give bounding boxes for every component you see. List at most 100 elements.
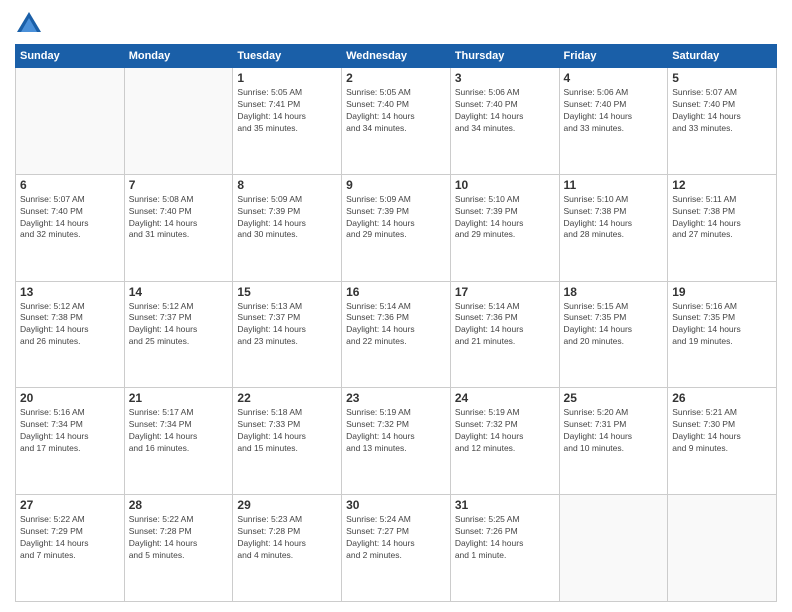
day-number: 1: [237, 71, 337, 85]
day-info: Sunrise: 5:17 AM Sunset: 7:34 PM Dayligh…: [129, 407, 229, 455]
calendar-cell: 5 Sunrise: 5:07 AM Sunset: 7:40 PM Daylig…: [668, 68, 777, 175]
day-number: 13: [20, 285, 120, 299]
day-number: 6: [20, 178, 120, 192]
calendar-cell: 18 Sunrise: 5:15 AM Sunset: 7:35 PM Dayli…: [559, 281, 668, 388]
day-info: Sunrise: 5:12 AM Sunset: 7:37 PM Dayligh…: [129, 301, 229, 349]
day-number: 23: [346, 391, 446, 405]
calendar-week-4: 27 Sunrise: 5:22 AM Sunset: 7:29 PM Dayli…: [16, 495, 777, 602]
day-info: Sunrise: 5:13 AM Sunset: 7:37 PM Dayligh…: [237, 301, 337, 349]
day-info: Sunrise: 5:07 AM Sunset: 7:40 PM Dayligh…: [20, 194, 120, 242]
calendar-cell: 2Sunrise: 5:05 AM Sunset: 7:40 PM Daylig…: [342, 68, 451, 175]
calendar-cell: 13 Sunrise: 5:12 AM Sunset: 7:38 PM Dayli…: [16, 281, 125, 388]
day-number: 19: [672, 285, 772, 299]
calendar-cell: 3 Sunrise: 5:06 AM Sunset: 7:40 PM Daylig…: [450, 68, 559, 175]
day-number: 27: [20, 498, 120, 512]
calendar-cell: 24Sunrise: 5:19 AM Sunset: 7:32 PM Dayli…: [450, 388, 559, 495]
day-number: 21: [129, 391, 229, 405]
day-info: Sunrise: 5:21 AM Sunset: 7:30 PM Dayligh…: [672, 407, 772, 455]
calendar-header-saturday: Saturday: [668, 45, 777, 68]
day-info: Sunrise: 5:22 AM Sunset: 7:29 PM Dayligh…: [20, 514, 120, 562]
day-number: 20: [20, 391, 120, 405]
day-info: Sunrise: 5:08 AM Sunset: 7:40 PM Dayligh…: [129, 194, 229, 242]
calendar-cell: 16Sunrise: 5:14 AM Sunset: 7:36 PM Dayli…: [342, 281, 451, 388]
day-info: Sunrise: 5:16 AM Sunset: 7:35 PM Dayligh…: [672, 301, 772, 349]
day-info: Sunrise: 5:10 AM Sunset: 7:38 PM Dayligh…: [564, 194, 664, 242]
calendar-cell: 8 Sunrise: 5:09 AM Sunset: 7:39 PM Daylig…: [233, 174, 342, 281]
calendar-cell: 17Sunrise: 5:14 AM Sunset: 7:36 PM Dayli…: [450, 281, 559, 388]
page: SundayMondayTuesdayWednesdayThursdayFrid…: [0, 0, 792, 612]
calendar-cell: 10Sunrise: 5:10 AM Sunset: 7:39 PM Dayli…: [450, 174, 559, 281]
day-info: Sunrise: 5:15 AM Sunset: 7:35 PM Dayligh…: [564, 301, 664, 349]
day-info: Sunrise: 5:14 AM Sunset: 7:36 PM Dayligh…: [346, 301, 446, 349]
day-number: 17: [455, 285, 555, 299]
calendar-cell: 7 Sunrise: 5:08 AM Sunset: 7:40 PM Daylig…: [124, 174, 233, 281]
calendar-cell: [668, 495, 777, 602]
calendar-cell: 26 Sunrise: 5:21 AM Sunset: 7:30 PM Dayli…: [668, 388, 777, 495]
header: [15, 10, 777, 38]
day-info: Sunrise: 5:05 AM Sunset: 7:41 PM Dayligh…: [237, 87, 337, 135]
day-number: 4: [564, 71, 664, 85]
day-info: Sunrise: 5:22 AM Sunset: 7:28 PM Dayligh…: [129, 514, 229, 562]
calendar-cell: 14 Sunrise: 5:12 AM Sunset: 7:37 PM Dayli…: [124, 281, 233, 388]
day-number: 7: [129, 178, 229, 192]
day-number: 11: [564, 178, 664, 192]
calendar-cell: 1 Sunrise: 5:05 AM Sunset: 7:41 PM Daylig…: [233, 68, 342, 175]
day-info: Sunrise: 5:09 AM Sunset: 7:39 PM Dayligh…: [237, 194, 337, 242]
calendar-cell: 9 Sunrise: 5:09 AM Sunset: 7:39 PM Daylig…: [342, 174, 451, 281]
calendar-cell: [124, 68, 233, 175]
calendar-week-1: 6 Sunrise: 5:07 AM Sunset: 7:40 PM Daylig…: [16, 174, 777, 281]
calendar-week-0: 1 Sunrise: 5:05 AM Sunset: 7:41 PM Daylig…: [16, 68, 777, 175]
day-number: 29: [237, 498, 337, 512]
day-number: 5: [672, 71, 772, 85]
calendar-header-friday: Friday: [559, 45, 668, 68]
calendar-cell: 12 Sunrise: 5:11 AM Sunset: 7:38 PM Dayli…: [668, 174, 777, 281]
day-info: Sunrise: 5:23 AM Sunset: 7:28 PM Dayligh…: [237, 514, 337, 562]
day-info: Sunrise: 5:20 AM Sunset: 7:31 PM Dayligh…: [564, 407, 664, 455]
day-number: 14: [129, 285, 229, 299]
calendar-cell: 22 Sunrise: 5:18 AM Sunset: 7:33 PM Dayli…: [233, 388, 342, 495]
calendar-week-2: 13 Sunrise: 5:12 AM Sunset: 7:38 PM Dayli…: [16, 281, 777, 388]
calendar-cell: 30 Sunrise: 5:24 AM Sunset: 7:27 PM Dayli…: [342, 495, 451, 602]
day-info: Sunrise: 5:19 AM Sunset: 7:32 PM Dayligh…: [455, 407, 555, 455]
day-number: 2: [346, 71, 446, 85]
day-number: 30: [346, 498, 446, 512]
calendar-cell: [16, 68, 125, 175]
day-number: 3: [455, 71, 555, 85]
day-info: Sunrise: 5:09 AM Sunset: 7:39 PM Dayligh…: [346, 194, 446, 242]
day-number: 9: [346, 178, 446, 192]
day-info: Sunrise: 5:25 AM Sunset: 7:26 PM Dayligh…: [455, 514, 555, 562]
day-number: 18: [564, 285, 664, 299]
day-info: Sunrise: 5:18 AM Sunset: 7:33 PM Dayligh…: [237, 407, 337, 455]
day-number: 8: [237, 178, 337, 192]
calendar-cell: 23Sunrise: 5:19 AM Sunset: 7:32 PM Dayli…: [342, 388, 451, 495]
day-info: Sunrise: 5:07 AM Sunset: 7:40 PM Dayligh…: [672, 87, 772, 135]
logo-icon: [15, 10, 43, 38]
day-info: Sunrise: 5:10 AM Sunset: 7:39 PM Dayligh…: [455, 194, 555, 242]
day-info: Sunrise: 5:16 AM Sunset: 7:34 PM Dayligh…: [20, 407, 120, 455]
calendar-cell: 28 Sunrise: 5:22 AM Sunset: 7:28 PM Dayli…: [124, 495, 233, 602]
day-number: 28: [129, 498, 229, 512]
calendar-cell: 4Sunrise: 5:06 AM Sunset: 7:40 PM Daylig…: [559, 68, 668, 175]
calendar-cell: 15 Sunrise: 5:13 AM Sunset: 7:37 PM Dayli…: [233, 281, 342, 388]
day-info: Sunrise: 5:11 AM Sunset: 7:38 PM Dayligh…: [672, 194, 772, 242]
day-number: 26: [672, 391, 772, 405]
calendar-week-3: 20 Sunrise: 5:16 AM Sunset: 7:34 PM Dayli…: [16, 388, 777, 495]
calendar-header-monday: Monday: [124, 45, 233, 68]
calendar-header-wednesday: Wednesday: [342, 45, 451, 68]
calendar-cell: 29 Sunrise: 5:23 AM Sunset: 7:28 PM Dayli…: [233, 495, 342, 602]
day-info: Sunrise: 5:06 AM Sunset: 7:40 PM Dayligh…: [455, 87, 555, 135]
day-info: Sunrise: 5:24 AM Sunset: 7:27 PM Dayligh…: [346, 514, 446, 562]
day-info: Sunrise: 5:12 AM Sunset: 7:38 PM Dayligh…: [20, 301, 120, 349]
calendar-cell: 27 Sunrise: 5:22 AM Sunset: 7:29 PM Dayli…: [16, 495, 125, 602]
day-number: 15: [237, 285, 337, 299]
day-number: 12: [672, 178, 772, 192]
calendar-header-thursday: Thursday: [450, 45, 559, 68]
calendar-table: SundayMondayTuesdayWednesdayThursdayFrid…: [15, 44, 777, 602]
calendar-cell: 19 Sunrise: 5:16 AM Sunset: 7:35 PM Dayli…: [668, 281, 777, 388]
calendar-cell: 20 Sunrise: 5:16 AM Sunset: 7:34 PM Dayli…: [16, 388, 125, 495]
calendar-cell: 11 Sunrise: 5:10 AM Sunset: 7:38 PM Dayli…: [559, 174, 668, 281]
day-number: 22: [237, 391, 337, 405]
calendar-cell: 25Sunrise: 5:20 AM Sunset: 7:31 PM Dayli…: [559, 388, 668, 495]
calendar-cell: 6 Sunrise: 5:07 AM Sunset: 7:40 PM Daylig…: [16, 174, 125, 281]
day-number: 31: [455, 498, 555, 512]
